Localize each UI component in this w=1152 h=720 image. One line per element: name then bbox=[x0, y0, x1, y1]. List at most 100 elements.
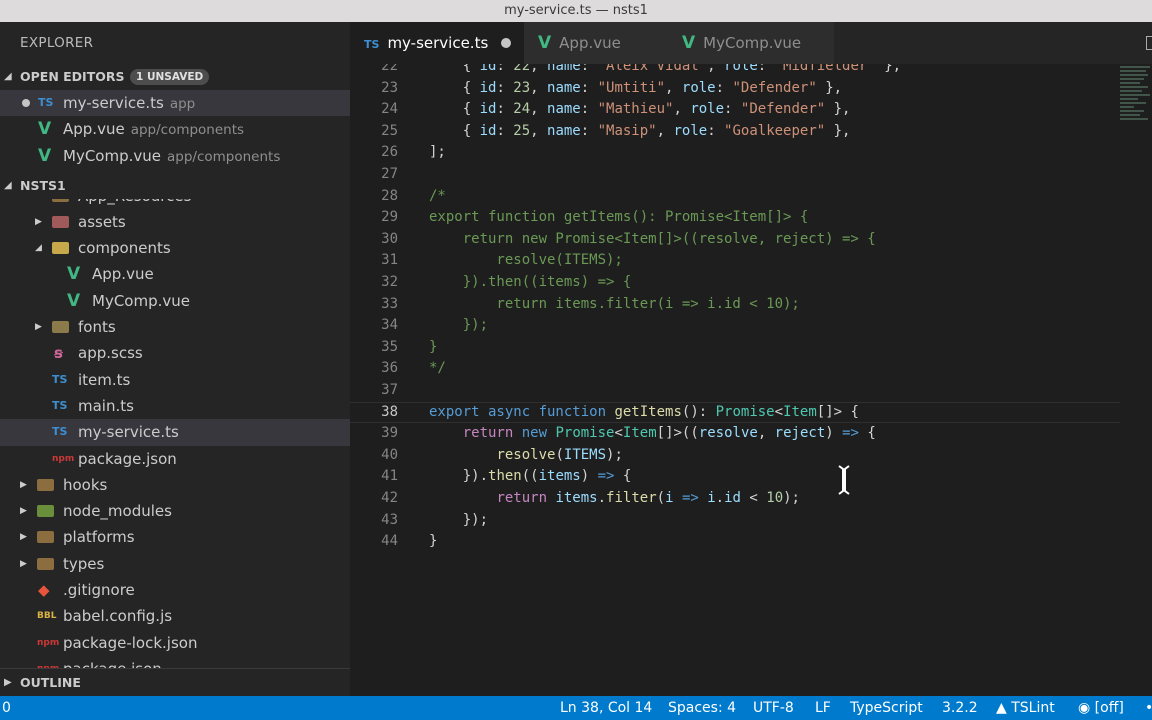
tree-item-file[interactable]: V MyComp.vue bbox=[0, 288, 350, 314]
open-editor-item[interactable]: TS my-service.ts app bbox=[0, 90, 350, 117]
explorer-title: EXPLORER bbox=[20, 35, 94, 51]
explorer-sidebar: EXPLORER ◢ OPEN EDITORS 1 UNSAVED TS my-… bbox=[0, 22, 350, 696]
typescript-file-icon: TS bbox=[38, 96, 54, 109]
code-line: 24 { id: 24, name: "Mathieu", role: "Def… bbox=[381, 101, 851, 118]
typescript-file-icon: TS bbox=[52, 372, 68, 386]
unsaved-dot-icon[interactable] bbox=[501, 38, 511, 48]
minimap[interactable] bbox=[1120, 64, 1152, 154]
status-eol[interactable]: LF bbox=[815, 696, 831, 720]
code-line: 35} bbox=[381, 338, 438, 355]
npm-file-icon: npm bbox=[52, 453, 75, 464]
code-editor[interactable]: 22 { id: 22, name: "Aleix Vidal", role: … bbox=[350, 64, 1152, 696]
babel-file-icon: BBL bbox=[37, 611, 57, 622]
code-line: 28/* bbox=[381, 187, 446, 204]
window-title: my-service.ts — nsts1 bbox=[0, 0, 1152, 22]
chevron-right-icon: ▶ bbox=[20, 532, 27, 543]
open-editor-item[interactable]: V App.vue app/components bbox=[0, 116, 350, 142]
tree-scroll-clip: App_Resources bbox=[0, 198, 350, 209]
tree-item-folder[interactable]: ▶ fonts bbox=[0, 314, 350, 340]
split-editor-icon[interactable] bbox=[1146, 36, 1152, 50]
vue-file-icon: V bbox=[538, 33, 552, 53]
folder-icon bbox=[52, 198, 69, 202]
outline-header[interactable]: ▶ OUTLINE bbox=[0, 668, 350, 697]
eye-icon: ◉ bbox=[1078, 700, 1091, 716]
chevron-right-icon: ▶ bbox=[20, 479, 27, 490]
code-line: 30 return new Promise<Item[]>((resolve, … bbox=[381, 230, 876, 247]
tree-item-folder[interactable]: ▶ node_modules bbox=[0, 498, 350, 524]
chevron-right-icon: ▶ bbox=[35, 216, 42, 227]
open-editors-header[interactable]: ◢ OPEN EDITORS 1 UNSAVED bbox=[0, 64, 350, 90]
npm-file-icon: npm bbox=[37, 637, 60, 648]
code-line: 29 export function getItems(): Promise<It… bbox=[381, 209, 809, 226]
chevron-down-icon: ◢ bbox=[4, 179, 12, 191]
chevron-right-icon: ▶ bbox=[35, 322, 42, 333]
code-line: 22 { id: 22, name: "Aleix Vidal", role: … bbox=[381, 64, 902, 74]
tab-my-service[interactable]: TS my-service.ts bbox=[350, 22, 524, 64]
sass-file-icon: ꞩ bbox=[54, 344, 63, 363]
git-file-icon: ◆ bbox=[38, 581, 50, 600]
tree-item-file[interactable]: ꞩ app.scss bbox=[0, 340, 350, 366]
chevron-down-icon: ◢ bbox=[4, 71, 12, 82]
notifications-icon[interactable]: • bbox=[1145, 696, 1152, 720]
tree-item-folder[interactable]: ◢ components bbox=[0, 235, 350, 261]
status-tslint[interactable]: ▲ TSLint bbox=[996, 696, 1055, 720]
code-line: 44} bbox=[381, 533, 438, 550]
chevron-right-icon: ▶ bbox=[20, 506, 27, 517]
vue-file-icon: V bbox=[682, 33, 696, 53]
tree-item-folder[interactable]: App_Resources bbox=[0, 198, 350, 209]
chevron-down-icon: ◢ bbox=[35, 243, 42, 254]
tree-item-folder[interactable]: ▶ hooks bbox=[0, 472, 350, 498]
tree-item-file[interactable]: BBL babel.config.js bbox=[0, 603, 350, 629]
code-line: 37 bbox=[381, 382, 398, 398]
status-ts-version[interactable]: 3.2.2 bbox=[942, 696, 978, 720]
folder-icon bbox=[52, 215, 69, 228]
status-eye-toggle[interactable]: ◉ [off] bbox=[1078, 696, 1124, 720]
tab-mycomp-vue[interactable]: V MyComp.vue bbox=[668, 22, 834, 64]
vue-file-icon: V bbox=[38, 119, 52, 140]
code-line: 34 }); bbox=[381, 317, 489, 334]
status-indentation[interactable]: Spaces: 4 bbox=[668, 696, 736, 720]
code-line: 36 */ bbox=[381, 360, 446, 377]
tree-item-folder[interactable]: ▶ assets bbox=[0, 209, 350, 235]
project-header[interactable]: ◢ NSTS1 bbox=[0, 173, 350, 199]
status-bar: 0 Ln 38, Col 14 Spaces: 4 UTF-8 LF TypeS… bbox=[0, 696, 1152, 720]
tree-item-file[interactable]: V App.vue bbox=[0, 261, 350, 287]
tree-item-file[interactable]: npm package-lock.json bbox=[0, 630, 350, 656]
editor-tabs: TS my-service.ts V App.vue V MyComp.vue bbox=[350, 22, 1152, 64]
tree-item-file[interactable]: TS main.ts bbox=[0, 393, 350, 419]
typescript-file-icon: TS bbox=[52, 398, 68, 412]
vue-file-icon: V bbox=[67, 264, 81, 285]
chevron-right-icon: ▶ bbox=[4, 677, 12, 688]
code-line: 27 bbox=[381, 166, 398, 182]
code-line: 31 resolve(ITEMS); bbox=[381, 252, 623, 269]
status-encoding[interactable]: UTF-8 bbox=[753, 696, 794, 720]
tree-item-file[interactable]: TS item.ts bbox=[0, 367, 350, 393]
code-line: 23 { id: 23, name: "Umtiti", role: "Defe… bbox=[381, 79, 843, 96]
code-line: 26]; bbox=[381, 144, 446, 161]
code-line: 40 resolve(ITEMS); bbox=[381, 446, 623, 463]
folder-icon bbox=[52, 242, 69, 255]
tree-item-folder[interactable]: ▶ platforms bbox=[0, 524, 350, 550]
unsaved-badge: 1 UNSAVED bbox=[130, 69, 210, 85]
code-line: 42 return items.filter(i => i.id < 10); bbox=[381, 490, 800, 506]
tab-app-vue[interactable]: V App.vue bbox=[524, 22, 668, 64]
folder-icon bbox=[37, 557, 54, 570]
folder-icon bbox=[37, 478, 54, 491]
tree-item-file-selected[interactable]: TS my-service.ts bbox=[0, 419, 350, 446]
status-cursor-position[interactable]: Ln 38, Col 14 bbox=[560, 696, 652, 720]
status-language[interactable]: TypeScript bbox=[850, 696, 923, 720]
code-line: 33 return items.filter(i => i.id < 10); bbox=[381, 295, 800, 312]
open-editor-item[interactable]: V MyComp.vue app/components bbox=[0, 143, 350, 169]
code-line: 32 }).then((items) => { bbox=[381, 274, 632, 290]
tree-item-file[interactable]: npm package.json bbox=[0, 446, 350, 472]
vue-file-icon: V bbox=[38, 145, 52, 166]
folder-icon bbox=[37, 505, 54, 518]
status-problems[interactable]: 0 bbox=[2, 696, 11, 720]
unsaved-dot-icon bbox=[22, 99, 30, 107]
code-line-current: 38 export async function getItems(): Prom… bbox=[350, 402, 1120, 424]
code-line: 25 { id: 25, name: "Masip", role: "Goalk… bbox=[381, 122, 851, 139]
tree-item-folder[interactable]: ▶ types bbox=[0, 551, 350, 577]
folder-icon bbox=[37, 531, 54, 544]
chevron-right-icon: ▶ bbox=[20, 558, 27, 569]
tree-item-file[interactable]: ◆ .gitignore bbox=[0, 577, 350, 603]
